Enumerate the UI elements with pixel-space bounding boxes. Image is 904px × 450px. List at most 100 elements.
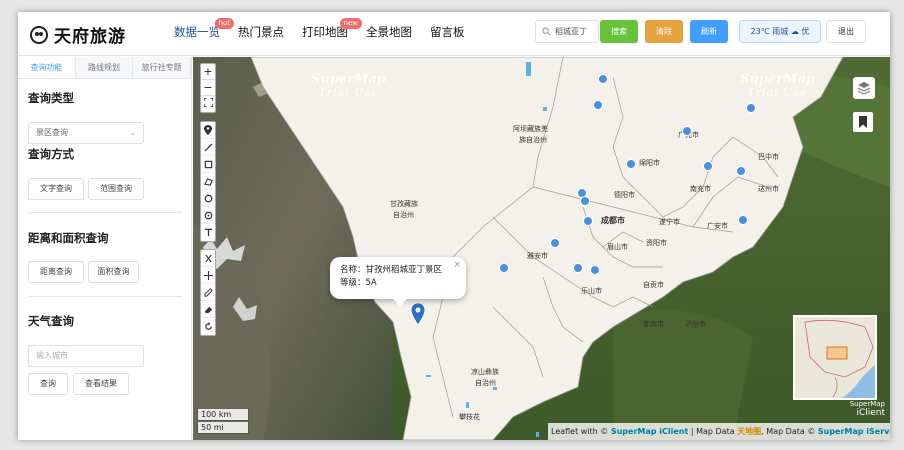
- map-view[interactable]: SuperMap Trial Use SuperMap Trial Use 阿坝…: [193, 57, 890, 440]
- scenic-marker[interactable]: [682, 126, 692, 136]
- weather-badge[interactable]: 23℃ 雨城 ☁ 优: [739, 20, 821, 43]
- region-label-zigong: 自贡市: [643, 281, 664, 289]
- draw-toolbar: [200, 121, 216, 242]
- region-label-guangan: 广安市: [707, 222, 728, 230]
- tab-travel-agency[interactable]: 旅行社专题: [133, 57, 192, 78]
- zoom-out-button[interactable]: −: [201, 80, 215, 96]
- distance-query-button[interactable]: 距离查询: [28, 261, 84, 283]
- nav-item-panorama-map[interactable]: 全景地图: [366, 12, 412, 56]
- scenic-marker[interactable]: [598, 74, 608, 84]
- search-icon: [542, 27, 551, 36]
- supermap-iclient-logo: SuperMap iClient: [849, 400, 885, 418]
- scenic-marker[interactable]: [573, 263, 583, 273]
- range-query-button[interactable]: 范围查询: [88, 178, 144, 200]
- scenic-marker[interactable]: [703, 161, 713, 171]
- tianditu-logo: 天地图: [737, 427, 762, 436]
- logout-button[interactable]: 退出: [826, 20, 866, 43]
- query-type-select[interactable]: 景区查询 ⌄: [28, 122, 144, 144]
- supermap-watermark: SuperMap Trial Use: [740, 72, 815, 99]
- sidebar-tabs: 查询功能 路线规划 旅行社专题: [18, 57, 192, 79]
- scenic-marker[interactable]: [736, 166, 746, 176]
- tab-route-planning[interactable]: 路线规划: [75, 57, 134, 78]
- region-label-aba-1: 阿坝藏族羌: [513, 125, 548, 133]
- scale-mi: 50 mi: [197, 422, 249, 434]
- nav-label: 留言板: [430, 25, 465, 39]
- circle-icon: [204, 194, 212, 202]
- nav-label: 数据一览: [174, 25, 220, 39]
- hot-badge: hot: [214, 18, 234, 29]
- bookmark-button[interactable]: [853, 112, 873, 132]
- region-label-ganzi-2: 自治州: [393, 211, 414, 219]
- scenic-marker[interactable]: [626, 159, 636, 169]
- fullscreen-icon: [202, 97, 214, 108]
- draw-text-button[interactable]: [201, 224, 215, 241]
- bookmark-icon: [859, 116, 867, 128]
- draw-circle-button[interactable]: [201, 190, 215, 207]
- polyline-icon: [203, 142, 213, 152]
- divider: [28, 296, 182, 297]
- search-button[interactable]: 搜索: [600, 20, 638, 43]
- rotate-button[interactable]: [201, 318, 215, 335]
- draw-polygon-button[interactable]: [201, 173, 215, 190]
- draw-line-button[interactable]: [201, 139, 215, 156]
- selected-location-pin-icon[interactable]: [411, 303, 425, 325]
- nav-label: 全景地图: [366, 25, 412, 39]
- draw-circle-marker-button[interactable]: [201, 207, 215, 224]
- scenic-marker[interactable]: [590, 265, 600, 275]
- search-value: 稻城亚丁: [555, 27, 587, 36]
- scale-km: 100 km: [197, 409, 249, 421]
- scenic-marker[interactable]: [738, 215, 748, 225]
- region-label-bazhong: 巴中市: [758, 153, 779, 161]
- overview-minimap[interactable]: [793, 315, 877, 400]
- cut-button[interactable]: [201, 250, 215, 267]
- zoom-in-button[interactable]: +: [201, 64, 215, 80]
- view-result-button[interactable]: 查看结果: [73, 373, 129, 395]
- eraser-icon: [204, 306, 212, 313]
- tab-query[interactable]: 查询功能: [18, 57, 76, 78]
- panda-icon: [30, 25, 48, 44]
- nav-item-message-board[interactable]: 留言板: [430, 12, 465, 56]
- popup-level: 等级：5A: [340, 278, 377, 288]
- area-query-button[interactable]: 面积查询: [88, 261, 139, 283]
- close-icon[interactable]: ×: [453, 259, 461, 272]
- scenic-marker[interactable]: [550, 238, 560, 248]
- city-input[interactable]: 输入城市: [28, 345, 144, 367]
- map-attribution: Leaflet with © SuperMap iClient | Map Da…: [548, 423, 890, 440]
- region-label-meishan: 眉山市: [607, 243, 628, 251]
- clear-button[interactable]: 清除: [645, 20, 683, 43]
- logo[interactable]: 天府旅游: [30, 22, 126, 47]
- fullscreen-button[interactable]: [201, 96, 215, 112]
- nav-label: 热门景点: [238, 25, 284, 39]
- rectangle-icon: [204, 160, 212, 168]
- new-badge: new: [339, 18, 362, 29]
- scenic-marker[interactable]: [593, 100, 603, 110]
- scenic-marker[interactable]: [580, 196, 590, 206]
- logo-text: 天府旅游: [54, 27, 126, 47]
- search-input[interactable]: 稻城亚丁: [535, 20, 599, 43]
- erase-button[interactable]: [201, 301, 215, 318]
- nav-item-print-map[interactable]: 打印地图 new: [302, 12, 362, 56]
- text-query-button[interactable]: 文字查询: [28, 178, 84, 200]
- region-label-ganzi-1: 甘孜藏族: [390, 200, 418, 208]
- main-nav: 数据一览 hot 热门景点 打印地图 new 全景地图 留言板: [174, 12, 483, 56]
- draw-rectangle-button[interactable]: [201, 156, 215, 173]
- zoom-control: + −: [200, 63, 216, 113]
- weather-query-button[interactable]: 查询: [28, 373, 68, 395]
- layers-icon: [857, 82, 871, 95]
- text-icon: [204, 228, 212, 237]
- supermap-iserver-link[interactable]: SuperMap iServer: [818, 427, 890, 436]
- draw-marker-button[interactable]: [201, 122, 215, 139]
- region-label-nanchong: 南充市: [690, 185, 711, 193]
- layer-switcher-button[interactable]: [853, 77, 875, 99]
- supermap-iclient-link[interactable]: SuperMap iClient: [611, 427, 688, 436]
- nav-item-hot-spots[interactable]: 热门景点: [238, 12, 284, 56]
- minimap-image: [795, 317, 875, 398]
- move-button[interactable]: [201, 267, 215, 284]
- nav-item-data-overview[interactable]: 数据一览 hot: [174, 12, 234, 56]
- refresh-button[interactable]: 刷新: [690, 20, 728, 43]
- scenic-marker[interactable]: [583, 216, 593, 226]
- scenic-marker[interactable]: [746, 103, 756, 113]
- region-label-ziyang: 资阳市: [646, 239, 667, 247]
- edit-layers-button[interactable]: [201, 284, 215, 301]
- scenic-marker[interactable]: [499, 263, 509, 273]
